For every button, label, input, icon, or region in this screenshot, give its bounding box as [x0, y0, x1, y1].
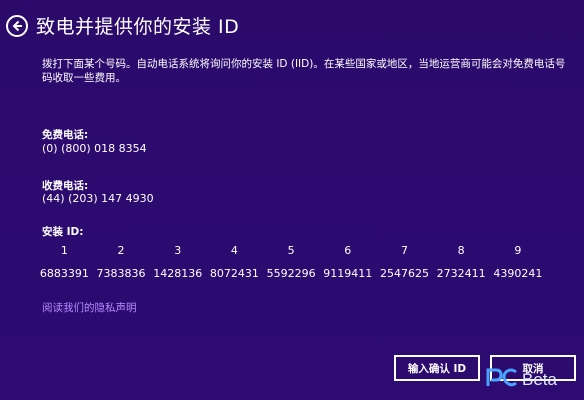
id-group: 2547625 [379, 267, 429, 280]
id-group: 6883391 [39, 267, 89, 280]
id-column-number: 3 [174, 244, 182, 257]
toll-free-number: (0) (800) 018 8354 [42, 142, 147, 155]
installation-id-table: 1 2 3 4 5 6 7 8 9 6883391 7383836 142813… [36, 244, 548, 280]
id-column-number: 5 [287, 244, 295, 257]
id-group: 9119411 [323, 267, 373, 280]
cancel-button[interactable]: 取消 [490, 355, 576, 381]
activation-page: 致电并提供你的安装 ID 拨打下面某个号码。自动电话系统将询问你的安装 ID (… [0, 0, 584, 400]
toll-label: 收费电话: [42, 180, 89, 192]
id-column-number: 9 [514, 244, 522, 257]
instructions-text: 拨打下面某个号码。自动电话系统将询问你的安装 ID (IID)。在某些国家或地区… [42, 58, 566, 84]
id-group: 8072431 [209, 267, 259, 280]
back-button[interactable] [6, 15, 28, 37]
id-column-number: 7 [400, 244, 408, 257]
id-column-number: 1 [60, 244, 68, 257]
enter-confirmation-id-button[interactable]: 输入确认 ID [394, 355, 480, 381]
id-column-number: 4 [230, 244, 238, 257]
back-arrow-icon [12, 20, 22, 32]
id-column-number: 8 [457, 244, 465, 257]
id-column-number: 6 [344, 244, 352, 257]
id-group: 1428136 [153, 267, 203, 280]
id-group: 4390241 [493, 267, 543, 280]
privacy-statement-link[interactable]: 阅读我们的隐私声明 [42, 300, 137, 315]
id-group: 5592296 [266, 267, 316, 280]
installation-id-label: 安装 ID: [42, 226, 84, 238]
id-group-row: 6883391 7383836 1428136 8072431 5592296 … [36, 267, 548, 280]
toll-number: (44) (203) 147 4930 [42, 192, 154, 205]
page-title: 致电并提供你的安装 ID [36, 16, 240, 38]
id-column-number: 2 [117, 244, 125, 257]
toll-free-label: 免费电话: [42, 129, 89, 141]
id-group: 7383836 [96, 267, 146, 280]
id-column-header-row: 1 2 3 4 5 6 7 8 9 [36, 244, 548, 257]
id-group: 2732411 [436, 267, 486, 280]
